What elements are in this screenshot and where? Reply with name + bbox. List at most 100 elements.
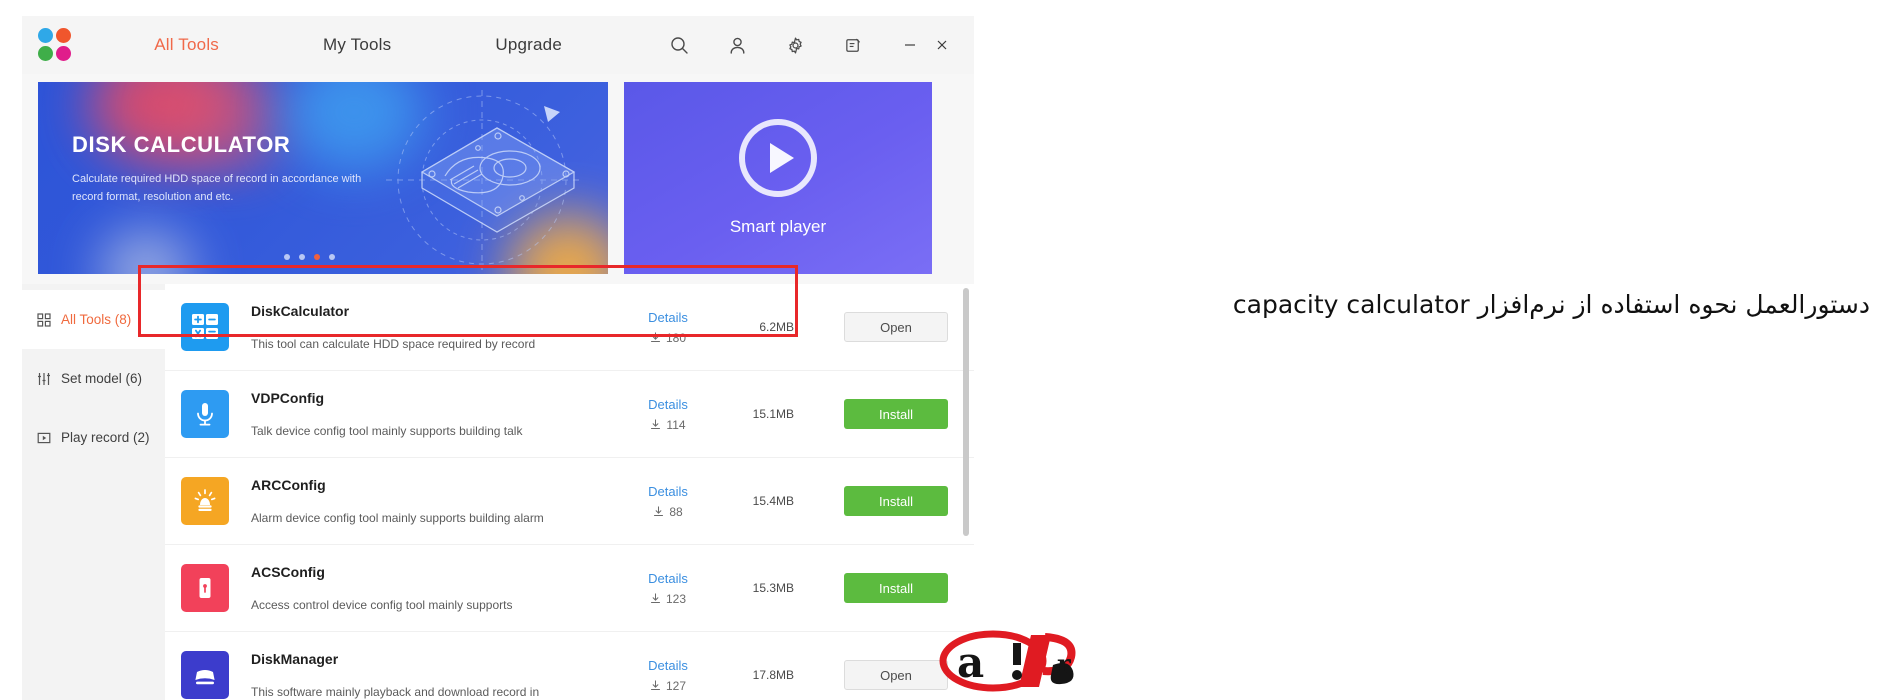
tool-name: ARCConfig <box>251 477 326 493</box>
tool-action: Install <box>822 399 948 429</box>
tool-name: VDPConfig <box>251 390 325 406</box>
tool-action: Open <box>822 660 948 690</box>
tool-info: ARCConfig Alarm device config tool mainl… <box>251 477 620 525</box>
tool-description: Alarm device config tool mainly supports… <box>251 511 544 525</box>
details-link[interactable]: Details <box>620 571 716 586</box>
carousel-dot-3[interactable] <box>314 254 320 260</box>
access-card-reader-icon <box>181 564 229 612</box>
download-count-value: 88 <box>669 504 683 519</box>
table-row[interactable]: ARCConfig Alarm device config tool mainl… <box>165 458 974 545</box>
sidebar-item-set-model[interactable]: Set model (6) <box>22 349 165 408</box>
tool-action: Install <box>822 573 948 603</box>
application-window: All Tools My Tools Upgrade DISK CALCULAT… <box>22 16 974 700</box>
tool-name: DiskManager <box>251 651 339 667</box>
download-icon <box>654 506 664 517</box>
banner-carousel-dots <box>284 254 335 260</box>
sidebar-item-label: Set model (6) <box>61 371 143 386</box>
download-count-value: 114 <box>666 417 686 432</box>
tool-details-block: Details 180 <box>620 310 716 345</box>
sidebar-item-label: Play record (2) <box>61 430 150 445</box>
smart-player-card[interactable]: Smart player <box>624 82 932 274</box>
tool-details-block: Details 127 <box>620 658 716 693</box>
download-count: 114 <box>620 418 716 432</box>
titlebar-icon-group <box>662 28 974 62</box>
hard-disk-icon <box>181 651 229 699</box>
tool-size: 15.4MB <box>752 494 794 508</box>
table-row[interactable]: DiskCalculator This tool can calculate H… <box>165 284 974 371</box>
title-bar: All Tools My Tools Upgrade <box>22 16 974 74</box>
download-count-value: 180 <box>665 330 687 345</box>
tool-info: DiskCalculator This tool can calculate H… <box>251 303 620 351</box>
tool-action: Install <box>822 486 948 516</box>
banner-row: DISK CALCULATOR Calculate required HDD s… <box>22 74 974 284</box>
tab-upgrade[interactable]: Upgrade <box>491 29 566 61</box>
tool-description: This tool can calculate HDD space requir… <box>251 337 536 351</box>
sidebar-item-all-tools[interactable]: All Tools (8) <box>22 290 165 349</box>
list-scrollbar-thumb[interactable] <box>963 288 969 536</box>
tool-info: ACSConfig Access control device config t… <box>251 564 620 612</box>
watermark-logo: a r <box>935 625 1115 695</box>
tool-description: Talk device config tool mainly supports … <box>251 424 523 438</box>
tool-size: 6.2MB <box>759 320 794 334</box>
table-row[interactable]: VDPConfig Talk device config tool mainly… <box>165 371 974 458</box>
table-row[interactable]: DiskManager This software mainly playbac… <box>165 632 974 700</box>
promo-banner-disk-calculator[interactable]: DISK CALCULATOR Calculate required HDD s… <box>38 82 608 274</box>
download-count: 127 <box>620 679 716 693</box>
minimize-button[interactable] <box>894 30 926 60</box>
sidebar-item-label: All Tools (8) <box>61 312 132 327</box>
search-icon[interactable] <box>662 28 696 62</box>
clover-logo <box>38 28 71 62</box>
svg-text:r: r <box>1057 650 1071 680</box>
install-button[interactable]: Install <box>844 573 948 603</box>
tool-name: DiskCalculator <box>251 303 350 319</box>
details-link[interactable]: Details <box>620 397 716 412</box>
tool-details-block: Details 88 <box>620 484 716 519</box>
tool-action: Open <box>822 312 948 342</box>
carousel-dot-1[interactable] <box>284 254 290 260</box>
download-count-value: 123 <box>665 591 687 606</box>
tool-details-block: Details 123 <box>620 571 716 606</box>
tool-size: 15.3MB <box>752 581 794 595</box>
open-button[interactable]: Open <box>844 312 948 342</box>
sidebar-item-play-record[interactable]: Play record (2) <box>22 408 165 467</box>
tool-size: 17.8MB <box>752 668 794 682</box>
details-link[interactable]: Details <box>620 658 716 673</box>
account-icon[interactable] <box>720 28 754 62</box>
tool-details-block: Details 114 <box>620 397 716 432</box>
carousel-dot-2[interactable] <box>299 254 305 260</box>
carousel-dot-4[interactable] <box>329 254 335 260</box>
tool-name: ACSConfig <box>251 564 325 580</box>
details-link[interactable]: Details <box>620 484 716 499</box>
alarm-siren-icon <box>181 477 229 525</box>
download-count-value: 127 <box>665 678 687 693</box>
tool-info: VDPConfig Talk device config tool mainly… <box>251 390 620 438</box>
download-icon <box>650 332 661 343</box>
calculator-icon <box>181 303 229 351</box>
close-button[interactable] <box>926 30 958 60</box>
download-count: 88 <box>620 505 716 519</box>
install-button[interactable]: Install <box>844 399 948 429</box>
install-button[interactable]: Install <box>844 486 948 516</box>
table-row[interactable]: ACSConfig Access control device config t… <box>165 545 974 632</box>
tab-my-tools[interactable]: My Tools <box>319 29 395 61</box>
play-box-icon <box>36 430 52 446</box>
smart-player-label: Smart player <box>729 217 827 236</box>
tool-list: DiskCalculator This tool can calculate H… <box>165 284 974 700</box>
screenshot-root: All Tools My Tools Upgrade DISK CALCULAT… <box>0 0 1900 700</box>
banner-title: DISK CALCULATOR <box>72 132 291 157</box>
play-circle-icon <box>739 119 817 197</box>
window-controls <box>894 30 958 60</box>
download-icon <box>651 419 661 430</box>
tool-description: This software mainly playback and downlo… <box>251 685 540 699</box>
tab-all-tools[interactable]: All Tools <box>150 29 223 61</box>
banner-blob-grey <box>100 230 192 274</box>
tool-info: DiskManager This software mainly playbac… <box>251 651 620 699</box>
open-button[interactable]: Open <box>844 660 948 690</box>
grid-icon <box>36 312 52 328</box>
banner-subtitle: Calculate required HDD space of record i… <box>72 173 362 204</box>
download-icon <box>650 680 661 691</box>
gear-icon[interactable] <box>778 28 812 62</box>
details-link[interactable]: Details <box>620 310 716 325</box>
app-body: All Tools (8) Set model (6) Play record … <box>22 284 974 700</box>
feedback-icon[interactable] <box>836 28 870 62</box>
